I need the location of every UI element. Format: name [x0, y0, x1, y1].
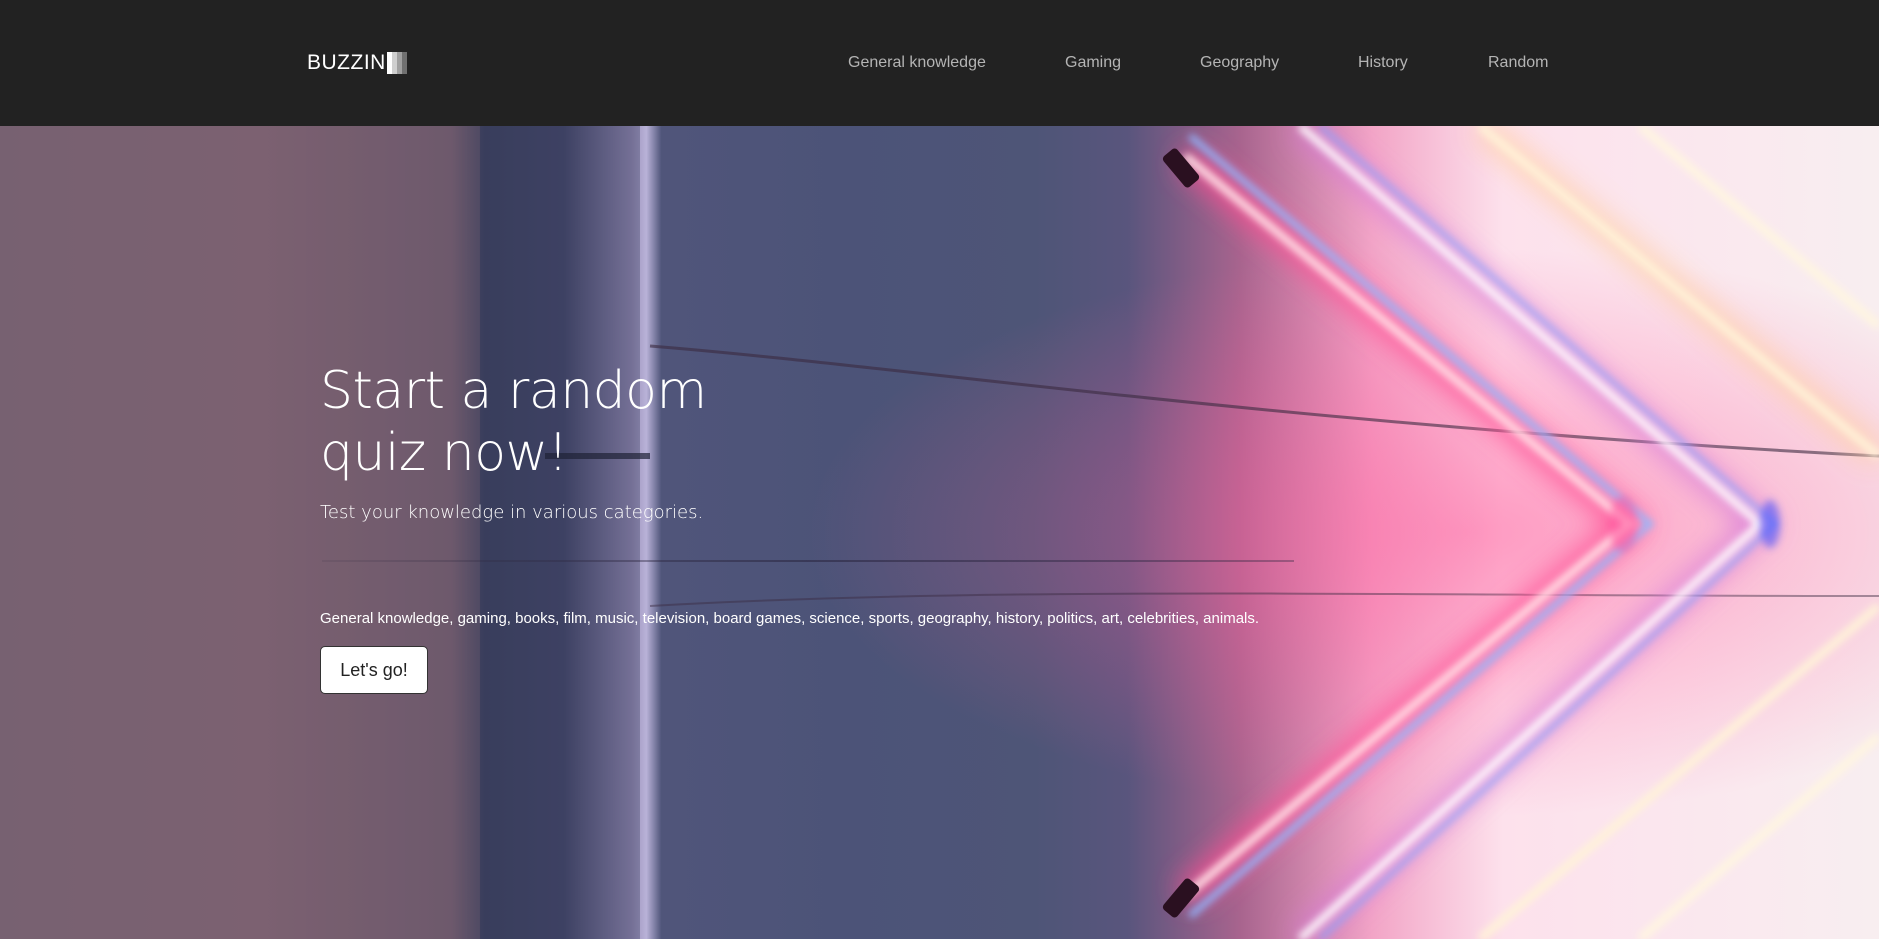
hero-divider	[322, 560, 1294, 562]
brand-logo[interactable]: BUZZIN	[307, 50, 407, 76]
hero-categories-text: General knowledge, gaming, books, film, …	[320, 610, 1260, 627]
nav-link-gaming[interactable]: Gaming	[1065, 54, 1121, 72]
navbar: BUZZIN General knowledge Gaming Geograph…	[0, 0, 1879, 126]
nav-link-random[interactable]: Random	[1488, 54, 1548, 72]
hero-title-line-2: quiz now!	[320, 423, 568, 483]
brand-bars-icon	[386, 52, 407, 74]
lets-go-button[interactable]: Let's go!	[320, 646, 428, 694]
nav-link-general-knowledge[interactable]: General knowledge	[848, 54, 986, 72]
hero-subtitle: Test your knowledge in various categorie…	[320, 502, 704, 523]
nav-link-geography[interactable]: Geography	[1200, 54, 1279, 72]
nav-link-history[interactable]: History	[1358, 54, 1408, 72]
hero-title: Start a random quiz now!	[320, 360, 820, 484]
hero-title-line-1: Start a random	[320, 361, 707, 421]
hero-section: Start a random quiz now! Test your knowl…	[0, 126, 1879, 939]
brand-text: BUZZIN	[307, 51, 386, 74]
neon-background-image	[0, 126, 1879, 939]
